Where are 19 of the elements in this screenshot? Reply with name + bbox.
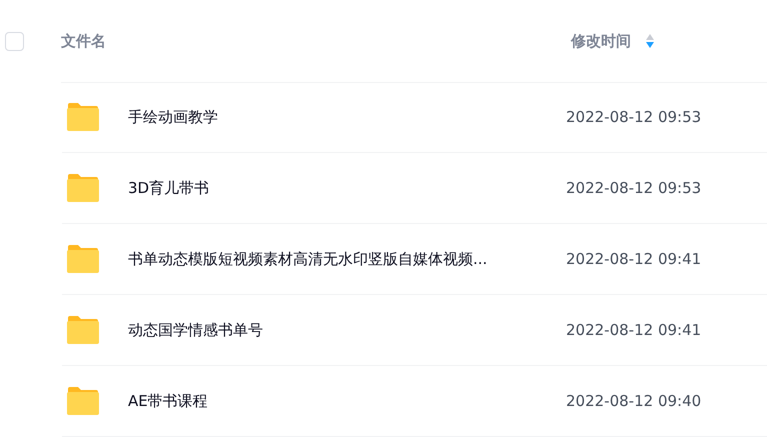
column-header[interactable]: 修改时间	[571, 32, 631, 50]
folder-icon	[66, 102, 100, 132]
folder-name[interactable]: 3D育儿带书	[128, 178, 538, 198]
folder-icon	[66, 244, 100, 274]
folder-icon	[66, 315, 100, 345]
folder-name[interactable]: 手绘动画教学	[128, 108, 538, 126]
select-all-checkbox[interactable]	[5, 32, 24, 50]
modified-time: 2022-08-12 09:41	[566, 321, 702, 339]
folder-name[interactable]: AE带书课程	[128, 392, 538, 410]
folder-icon	[66, 173, 100, 203]
modified-time: 2022-08-12 09:53	[566, 179, 702, 197]
folder-name[interactable]: 书单动态模版短视频素材高清无水印竖版自媒体视频...	[128, 250, 538, 268]
modified-time: 2022-08-12 09:40	[566, 392, 702, 410]
sort-icon[interactable]	[645, 32, 655, 50]
folder-icon	[66, 386, 100, 416]
folder-name[interactable]: 动态国学情感书单号	[128, 320, 538, 340]
modified-time: 2022-08-12 09:41	[566, 250, 702, 268]
column-header[interactable]: 文件名	[61, 32, 106, 50]
modified-time: 2022-08-12 09:53	[566, 108, 702, 126]
